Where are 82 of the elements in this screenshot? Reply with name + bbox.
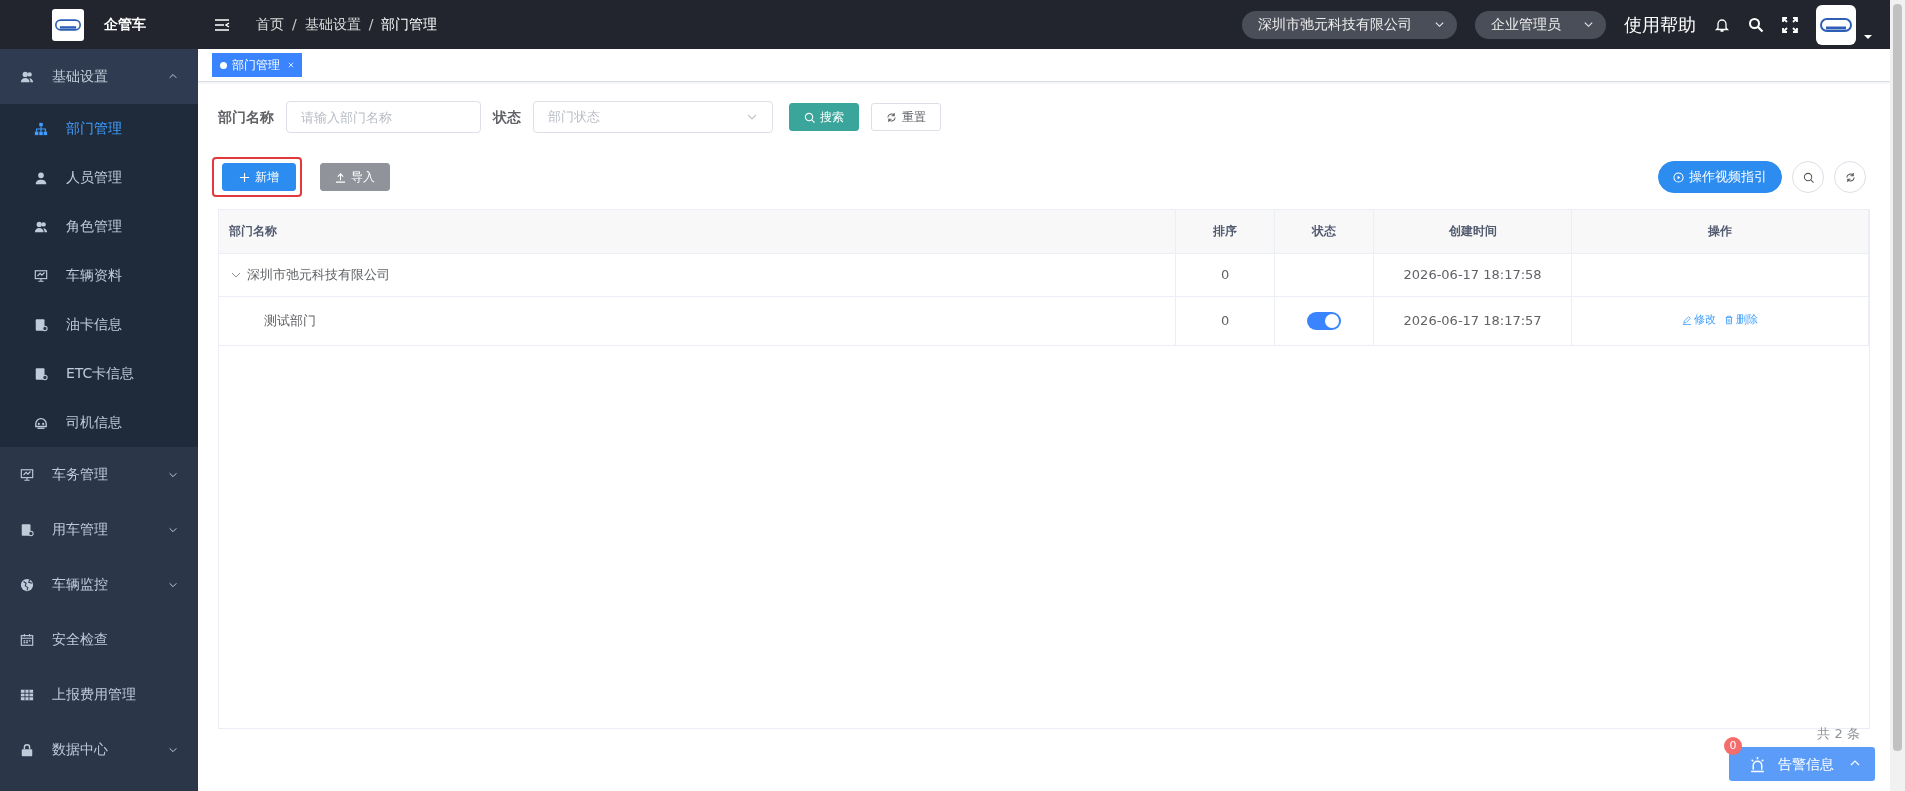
monitor-icon [20, 467, 34, 482]
driver-icon [34, 415, 48, 430]
sidebar-item[interactable]: 车务管理 [0, 447, 198, 502]
reset-button[interactable]: 重置 [871, 103, 941, 131]
breadcrumb-separator: / [292, 15, 297, 34]
search-icon[interactable] [1748, 16, 1764, 33]
field-label: 部门名称 [218, 107, 274, 127]
help-link[interactable]: 使用帮助 [1624, 11, 1696, 38]
table-cell-text: 深圳市弛元科技有限公司 [247, 265, 390, 284]
user-avatar[interactable] [1816, 4, 1856, 45]
column-header: 状态 [1274, 210, 1374, 253]
pencil-icon [1682, 314, 1693, 325]
sidebar-subitem[interactable]: 油卡信息 [0, 300, 198, 349]
field-label: 状态 [493, 107, 521, 127]
globe-icon [20, 577, 34, 592]
plus-icon [239, 171, 250, 183]
table-cell: 0 [1175, 253, 1275, 296]
card-icon [34, 317, 48, 332]
select-value: 深圳市弛元科技有限公司 [1258, 15, 1412, 34]
alarm-label: 告警信息 [1778, 754, 1834, 774]
chevron-down-icon [1434, 19, 1445, 30]
org-chart-icon [34, 121, 48, 136]
table-cell: 2026-06-17 18:17:57 [1373, 296, 1572, 345]
caret-down-icon[interactable] [1864, 34, 1872, 39]
column-header: 部门名称 [219, 210, 1176, 253]
role-select[interactable]: 企业管理员 [1475, 10, 1606, 39]
bell-icon[interactable] [1714, 16, 1730, 33]
lock-icon [20, 742, 34, 757]
count-badge: 0 [1724, 737, 1742, 755]
sidebar-item[interactable]: 用车管理 [0, 502, 198, 557]
sidebar-subitem[interactable]: 车辆资料 [0, 251, 198, 300]
fullscreen-icon[interactable] [1782, 16, 1798, 33]
breadcrumb-link[interactable]: 首页 [256, 14, 284, 35]
sidebar-subitem[interactable]: ETC卡信息 [0, 349, 198, 398]
company-select[interactable]: 深圳市弛元科技有限公司 [1242, 10, 1457, 39]
sidebar-subitem[interactable]: 司机信息 [0, 398, 198, 447]
refresh-button[interactable] [1834, 161, 1866, 193]
table-cell: 0 [1175, 296, 1275, 345]
page-tab[interactable]: 部门管理 [212, 53, 302, 77]
sidebar-subitem[interactable]: 角色管理 [0, 202, 198, 251]
card-icon [20, 522, 34, 537]
siren-icon [1749, 755, 1766, 773]
search-icon [1802, 171, 1814, 183]
monitor-icon [34, 268, 48, 283]
chevron-down-icon [1583, 19, 1594, 30]
sidebar-subitem[interactable]: 部门管理 [0, 104, 198, 153]
upload-icon [335, 171, 346, 183]
users-icon [20, 69, 34, 84]
scrollbar[interactable] [1890, 0, 1905, 791]
breadcrumb-separator: / [368, 15, 374, 34]
menu-icon[interactable] [214, 16, 230, 33]
play-circle-icon [1673, 171, 1684, 183]
table-cell: 2026-06-17 18:17:58 [1373, 253, 1572, 296]
refresh-icon [1844, 171, 1856, 183]
column-header: 创建时间 [1373, 210, 1572, 253]
sidebar-item[interactable]: 上报费用管理 [0, 667, 198, 722]
search-icon [804, 111, 815, 123]
sidebar-subitem[interactable]: 人员管理 [0, 153, 198, 202]
breadcrumb-current: 部门管理 [381, 15, 438, 34]
status-switch[interactable] [1307, 312, 1342, 331]
close-icon[interactable] [288, 62, 294, 68]
pagination-total: 共 2 条 [1817, 724, 1860, 743]
select-value: 企业管理员 [1491, 15, 1561, 34]
name-input[interactable]: 请输入部门名称 [286, 101, 481, 133]
sidebar-item[interactable]: 数据中心 [0, 722, 198, 777]
trash-icon [1724, 314, 1735, 325]
sidebar-item[interactable]: 车辆监控 [0, 557, 198, 612]
card-icon [34, 366, 48, 381]
breadcrumb-link[interactable]: 基础设置 [304, 14, 361, 35]
active-dot [220, 61, 227, 69]
refresh-icon [886, 111, 897, 123]
search-toggle-button[interactable] [1792, 161, 1824, 193]
column-header: 排序 [1175, 210, 1275, 253]
scrollbar-thumb[interactable] [1893, 4, 1902, 751]
table-icon [20, 687, 34, 702]
users-icon [34, 219, 48, 234]
table-cell: 测试部门 [219, 296, 1176, 345]
brand-name: 企管车 [104, 15, 146, 34]
user-icon [34, 170, 48, 185]
column-header: 操作 [1571, 210, 1869, 253]
calendar-icon [20, 632, 34, 647]
sidebar-item[interactable]: 安全检查 [0, 612, 198, 667]
